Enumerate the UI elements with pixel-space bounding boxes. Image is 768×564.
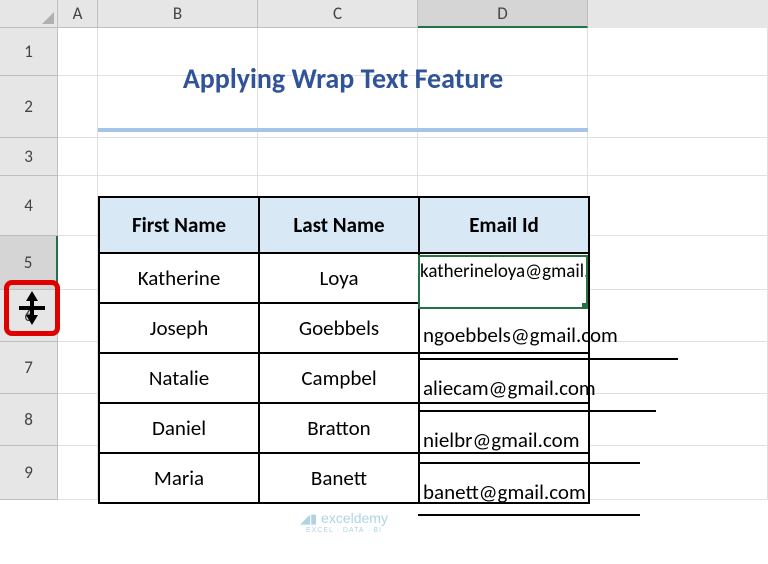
data-table: First Name Last Name Email Id Katherine … — [98, 196, 590, 504]
cell-email[interactable] — [419, 253, 589, 303]
watermark-tagline: EXCEL · DATA · BI — [300, 527, 388, 534]
cell-E5[interactable] — [588, 236, 768, 290]
cell-email-overflow: ngoebbels@gmail.com — [423, 322, 618, 348]
cell-first-name[interactable]: Joseph — [99, 303, 259, 353]
cell-bottom-border — [418, 462, 640, 464]
watermark: ◢▮ exceldemy EXCEL · DATA · BI — [300, 510, 388, 534]
cell-E1[interactable] — [588, 28, 768, 76]
row-header-7[interactable]: 7 — [0, 342, 58, 394]
cell-email-overflow: nielbr@gmail.com — [423, 427, 579, 453]
cell-A2[interactable] — [58, 76, 98, 138]
row-header-8[interactable]: 8 — [0, 394, 58, 446]
cell-email-overflow: aliecam@gmail.com — [423, 375, 596, 401]
row-header-4[interactable]: 4 — [0, 176, 58, 236]
cell-A9[interactable] — [58, 446, 98, 500]
cell-bottom-border — [418, 410, 656, 412]
col-header-A[interactable]: A — [58, 0, 98, 28]
watermark-brand: exceldemy — [321, 510, 388, 526]
row-resize-callout — [4, 280, 60, 336]
cell-E9[interactable] — [588, 446, 768, 500]
col-header-D[interactable]: D — [418, 0, 588, 28]
row-header-3[interactable]: 3 — [0, 138, 58, 176]
cell-E8[interactable] — [588, 394, 768, 446]
cell-A5[interactable] — [58, 236, 98, 290]
cell-D3[interactable] — [418, 138, 588, 176]
cell-bottom-border — [418, 358, 678, 360]
cell-B3[interactable] — [98, 138, 258, 176]
cell-first-name[interactable]: Natalie — [99, 353, 259, 403]
select-all-corner[interactable] — [0, 0, 58, 28]
page-title: Applying Wrap Text Feature — [98, 28, 588, 128]
header-first-name[interactable]: First Name — [99, 197, 259, 253]
cell-last-name[interactable]: Goebbels — [259, 303, 419, 353]
cell-last-name[interactable]: Bratton — [259, 403, 419, 453]
cell-bottom-border — [418, 514, 640, 516]
cell-A6[interactable] — [58, 290, 98, 342]
cell-E4[interactable] — [588, 176, 768, 236]
cell-last-name[interactable]: Campbel — [259, 353, 419, 403]
watermark-icon: ◢▮ — [300, 511, 317, 526]
header-last-name[interactable]: Last Name — [259, 197, 419, 253]
cell-A1[interactable] — [58, 28, 98, 76]
cell-A3[interactable] — [58, 138, 98, 176]
title-underline — [98, 128, 588, 132]
cell-first-name[interactable]: Daniel — [99, 403, 259, 453]
column-header-row: A B C D — [0, 0, 768, 28]
cell-E2[interactable] — [588, 76, 768, 138]
cell-last-name[interactable]: Banett — [259, 453, 419, 503]
cell-A7[interactable] — [58, 342, 98, 394]
cell-email-overflow: banett@gmail.com — [423, 479, 586, 505]
cell-E3[interactable] — [588, 138, 768, 176]
cell-A8[interactable] — [58, 394, 98, 446]
cell-E7[interactable] — [588, 342, 768, 394]
cell-A4[interactable] — [58, 176, 98, 236]
row-header-2[interactable]: 2 — [0, 76, 58, 138]
spreadsheet-area: A B C D 1 2 3 4 5 6 7 8 9 Applying Wrap … — [0, 0, 768, 564]
cell-first-name[interactable]: Katherine — [99, 253, 259, 303]
row-resize-cursor-icon[interactable] — [17, 293, 47, 323]
header-email-id[interactable]: Email Id — [419, 197, 589, 253]
col-header-C[interactable]: C — [258, 0, 418, 28]
cell-C3[interactable] — [258, 138, 418, 176]
table-row: Katherine Loya — [99, 253, 589, 303]
row-header-9[interactable]: 9 — [0, 446, 58, 500]
col-header-B[interactable]: B — [98, 0, 258, 28]
row-header-1[interactable]: 1 — [0, 28, 58, 76]
cell-first-name[interactable]: Maria — [99, 453, 259, 503]
cell-last-name[interactable]: Loya — [259, 253, 419, 303]
